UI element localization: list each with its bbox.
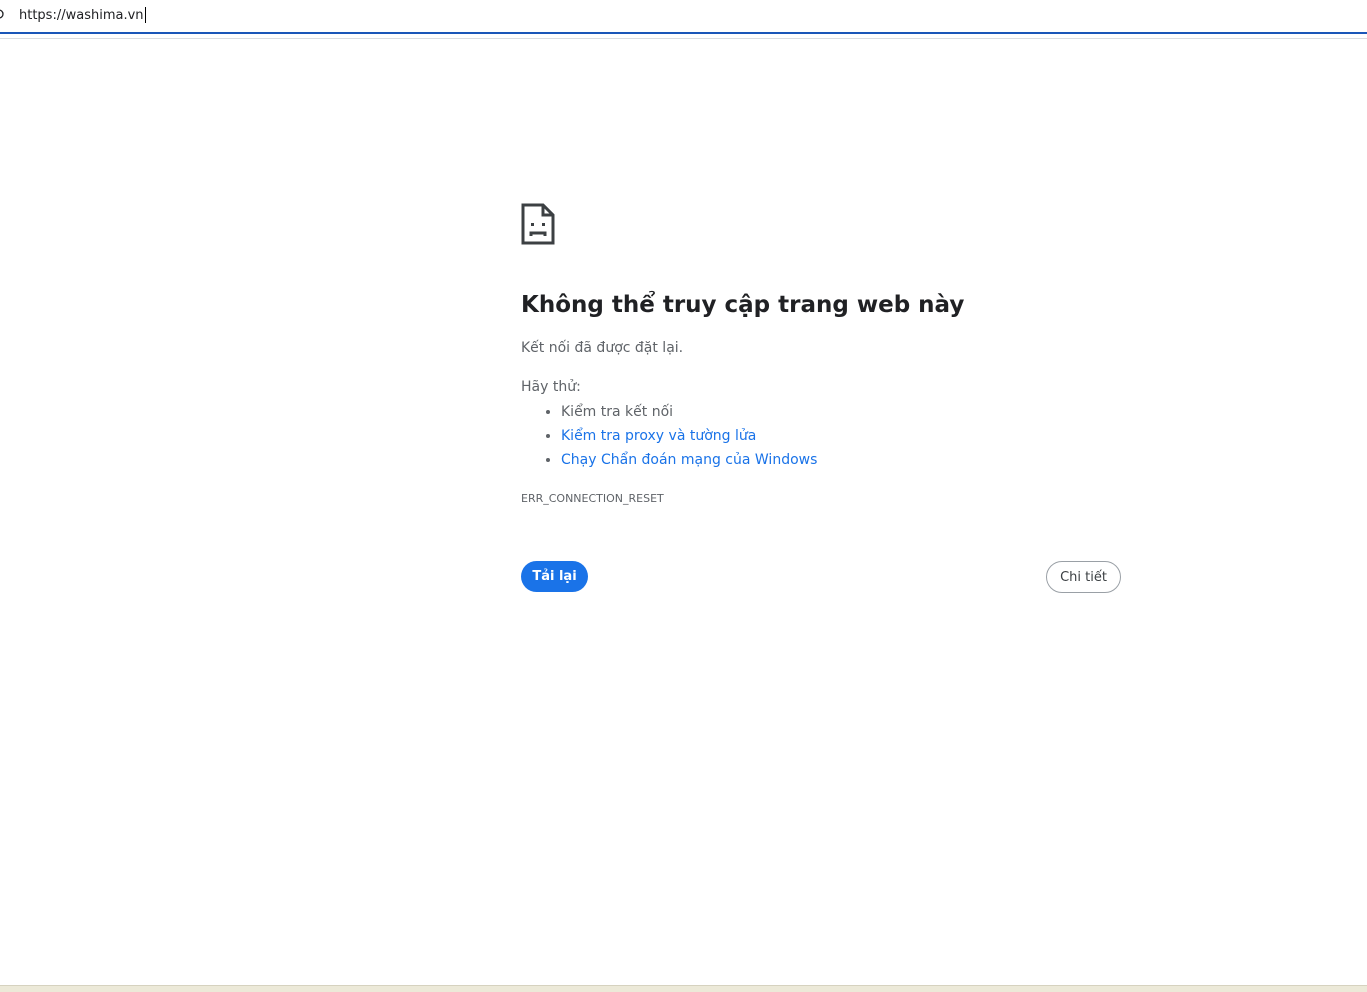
reload-button[interactable]: Tải lại — [521, 561, 588, 592]
url-text: https://washima.vn — [19, 7, 144, 23]
suggestion-network-diagnostics-link[interactable]: Chạy Chẩn đoán mạng của Windows — [561, 452, 817, 468]
url-input[interactable]: https://washima.vn — [19, 7, 146, 23]
error-title: Không thể truy cập trang web này — [521, 292, 965, 318]
suggestion-list: Kiểm tra kết nối Kiểm tra proxy và tường… — [521, 401, 817, 473]
address-bar-divider — [0, 34, 1367, 39]
suggestion-check-connection: Kiểm tra kết nối — [561, 404, 674, 420]
details-button[interactable]: Chi tiết — [1046, 561, 1121, 593]
suggestion-item: Kiểm tra proxy và tường lửa — [561, 425, 817, 449]
address-bar: https://washima.vn — [0, 0, 1367, 34]
suggestion-item: Kiểm tra kết nối — [561, 401, 817, 425]
sad-page-icon — [521, 203, 555, 245]
error-subtitle: Kết nối đã được đặt lại. — [521, 340, 684, 356]
reload-icon[interactable] — [0, 9, 4, 19]
suggestion-item: Chạy Chẩn đoán mạng của Windows — [561, 449, 817, 473]
try-label: Hãy thử: — [521, 379, 581, 395]
suggestion-check-proxy-link[interactable]: Kiểm tra proxy và tường lửa — [561, 428, 756, 444]
text-caret — [144, 7, 146, 23]
error-code: ERR_CONNECTION_RESET — [521, 492, 664, 505]
